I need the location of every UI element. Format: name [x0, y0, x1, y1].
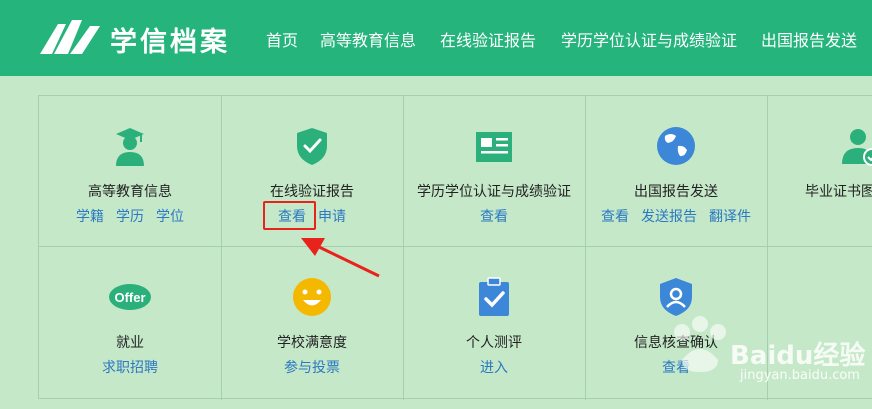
card-title: 毕业证书图	[805, 184, 872, 200]
card-title: 学历学位认证与成绩验证	[417, 184, 571, 200]
card-employment: Offer 就业 求职招聘	[39, 247, 221, 397]
link-enrollment[interactable]: 学籍	[76, 209, 104, 225]
nav-home[interactable]: 首页	[266, 27, 298, 51]
link-vote[interactable]: 参与投票	[284, 360, 340, 376]
card-links: 学籍 学历 学位	[39, 206, 221, 226]
user-check-icon	[842, 129, 872, 166]
link-translation[interactable]: 翻译件	[709, 209, 751, 225]
card-diploma-image: 毕业证书图 校对	[767, 96, 872, 246]
shield-check-icon	[297, 128, 327, 165]
card-title: 高等教育信息	[88, 184, 172, 200]
card-title: 学校满意度	[277, 335, 347, 351]
card-links: 进入	[403, 357, 585, 377]
watermark-url: jingyan.baidu.com	[740, 368, 860, 383]
graduate-icon	[116, 128, 144, 166]
card-links: 参与投票	[221, 357, 403, 377]
top-header: 学信档案 首页 高等教育信息 在线验证报告 学历学位认证与成绩验证 出国报告发送	[0, 0, 872, 76]
card-higher-education: 高等教育信息 学籍 学历 学位	[39, 96, 221, 246]
link-degree-record[interactable]: 学历	[116, 209, 144, 225]
nav-degree-certification[interactable]: 学历学位认证与成绩验证	[561, 27, 737, 51]
red-arrow-icon	[301, 238, 380, 278]
nav-online-verification[interactable]: 在线验证报告	[440, 27, 536, 51]
link-enter[interactable]: 进入	[480, 360, 508, 376]
link-job-search[interactable]: 求职招聘	[102, 360, 158, 376]
card-personal-assessment: 个人测评 进入	[403, 247, 585, 397]
card-title: 出国报告发送	[634, 184, 718, 200]
logo-icon[interactable]	[38, 18, 102, 56]
link-apply[interactable]: 申请	[318, 209, 346, 225]
link-degree[interactable]: 学位	[156, 209, 184, 225]
card-links: 求职招聘	[39, 357, 221, 377]
clipboard-check-icon	[479, 277, 509, 316]
card-degree-certification: 学历学位认证与成绩验证 查看	[403, 96, 585, 246]
link-view[interactable]: 查看	[601, 209, 629, 225]
highlight-box	[263, 201, 316, 230]
link-send-report[interactable]: 发送报告	[641, 209, 697, 225]
card-links: 查看	[403, 206, 585, 226]
brand-name[interactable]: 学信档案	[110, 20, 230, 59]
card-links: 查看 发送报告 翻译件	[585, 206, 767, 226]
nav-higher-education[interactable]: 高等教育信息	[320, 27, 416, 51]
nav-overseas-report[interactable]: 出国报告发送	[761, 27, 857, 51]
card-title: 在线验证报告	[270, 184, 354, 200]
watermark-text: Baidu经验	[730, 341, 866, 371]
link-view[interactable]: 查看	[480, 209, 508, 225]
offer-label: Offer	[114, 290, 145, 305]
smiley-icon	[293, 278, 331, 316]
globe-icon	[657, 127, 695, 165]
offer-icon: Offer	[109, 284, 151, 310]
card-overseas-report: 出国报告发送 查看 发送报告 翻译件	[585, 96, 767, 246]
card-title: 个人测评	[466, 335, 522, 351]
card-title: 就业	[116, 335, 144, 351]
id-card-icon	[476, 132, 512, 162]
